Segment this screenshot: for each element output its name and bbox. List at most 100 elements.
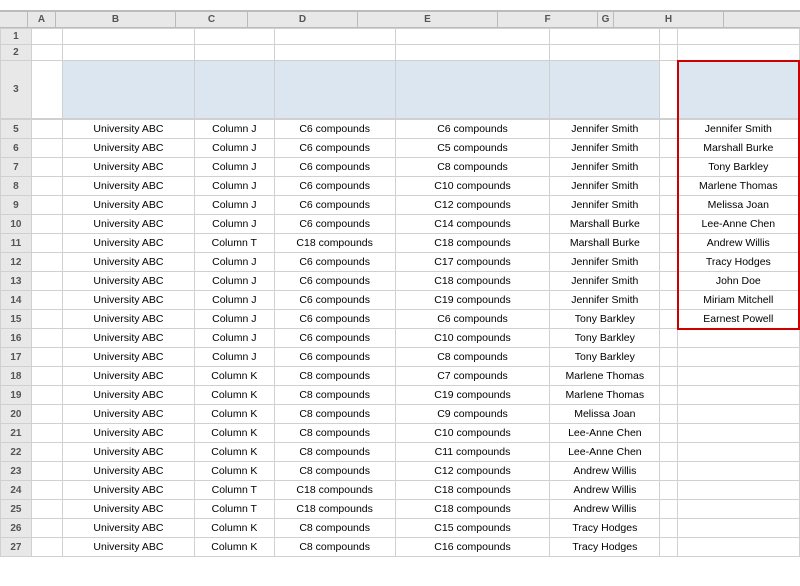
table-row: 23University ABCColumn KC8 compoundsC12 … (1, 462, 800, 481)
cell-a21 (31, 424, 62, 443)
header-d (274, 61, 395, 119)
col-f-header: F (498, 12, 598, 27)
cell-e10: C14 compounds (395, 215, 549, 234)
cell-c20: Column K (195, 405, 274, 424)
cell-b5: University ABC (62, 120, 194, 139)
rownum-16: 16 (1, 329, 32, 348)
cell-g6 (660, 139, 678, 158)
cell-d21: C8 compounds (274, 424, 395, 443)
table-row: 7University ABCColumn JC6 compoundsC8 co… (1, 158, 800, 177)
cell-e18: C7 compounds (395, 367, 549, 386)
cell-b15: University ABC (62, 310, 194, 329)
cell-b18: University ABC (62, 367, 194, 386)
cell-b20: University ABC (62, 405, 194, 424)
cell-g20 (660, 405, 678, 424)
cell-b16: University ABC (62, 329, 194, 348)
col-g-header: G (598, 12, 614, 27)
cell-f10: Marshall Burke (550, 215, 660, 234)
rownum-3: 3 (1, 61, 32, 119)
cell-a27 (31, 538, 62, 557)
cell-a13 (31, 272, 62, 291)
data-rows: 5University ABCColumn JC6 compoundsC6 co… (0, 119, 800, 557)
cell-e24: C18 compounds (395, 481, 549, 500)
rownum-22: 22 (1, 443, 32, 462)
cell-c6: Column J (195, 139, 274, 158)
cell-e27: C16 compounds (395, 538, 549, 557)
cell-a17 (31, 348, 62, 367)
cell-h20 (678, 405, 799, 424)
cell-e6: C5 compounds (395, 139, 549, 158)
cell-c15: Column J (195, 310, 274, 329)
cell-f12: Jennifer Smith (550, 253, 660, 272)
rownum-20: 20 (1, 405, 32, 424)
rownum-18: 18 (1, 367, 32, 386)
cell-b1 (62, 29, 194, 45)
cell-a15 (31, 310, 62, 329)
cell-e22: C11 compounds (395, 443, 549, 462)
cell-g12 (660, 253, 678, 272)
cell-d17: C6 compounds (274, 348, 395, 367)
cell-h24 (678, 481, 799, 500)
cell-b11: University ABC (62, 234, 194, 253)
rownum-24: 24 (1, 481, 32, 500)
cell-c17: Column J (195, 348, 274, 367)
rownum-9: 9 (1, 196, 32, 215)
spreadsheet-title (0, 0, 800, 12)
cell-h18 (678, 367, 799, 386)
cell-f24: Andrew Willis (550, 481, 660, 500)
cell-f1 (550, 29, 660, 45)
cell-d25: C18 compounds (274, 500, 395, 519)
col-a-header: A (28, 12, 56, 27)
table-row: 27University ABCColumn KC8 compoundsC16 … (1, 538, 800, 557)
cell-h22 (678, 443, 799, 462)
cell-g8 (660, 177, 678, 196)
cell-a10 (31, 215, 62, 234)
cell-b7: University ABC (62, 158, 194, 177)
cell-a11 (31, 234, 62, 253)
cell-d22: C8 compounds (274, 443, 395, 462)
cell-a16 (31, 329, 62, 348)
row-2: 2 (1, 45, 800, 61)
table-row: 13University ABCColumn JC6 compoundsC18 … (1, 272, 800, 291)
cell-h14: Miriam Mitchell (678, 291, 799, 310)
rownum-14: 14 (1, 291, 32, 310)
corner-cell (0, 12, 28, 27)
table-row: 20University ABCColumn KC8 compoundsC9 c… (1, 405, 800, 424)
cell-g26 (660, 519, 678, 538)
cell-g15 (660, 310, 678, 329)
cell-f22: Lee-Anne Chen (550, 443, 660, 462)
cell-a25 (31, 500, 62, 519)
cell-h9: Melissa Joan (678, 196, 799, 215)
cell-d10: C6 compounds (274, 215, 395, 234)
cell-e7: C8 compounds (395, 158, 549, 177)
cell-a20 (31, 405, 62, 424)
row-3: 3 (1, 61, 800, 99)
cell-a1 (31, 29, 62, 45)
table-row: 14University ABCColumn JC6 compoundsC19 … (1, 291, 800, 310)
cell-f5: Jennifer Smith (550, 120, 660, 139)
table-row: 16University ABCColumn JC6 compoundsC10 … (1, 329, 800, 348)
cell-f25: Andrew Willis (550, 500, 660, 519)
cell-a6 (31, 139, 62, 158)
cell-b12: University ABC (62, 253, 194, 272)
row-1: 1 (1, 29, 800, 45)
table-row: 5University ABCColumn JC6 compoundsC6 co… (1, 120, 800, 139)
cell-e21: C10 compounds (395, 424, 549, 443)
cell-d9: C6 compounds (274, 196, 395, 215)
cell-a12 (31, 253, 62, 272)
table-row: 8University ABCColumn JC6 compoundsC10 c… (1, 177, 800, 196)
cell-d19: C8 compounds (274, 386, 395, 405)
cell-d16: C6 compounds (274, 329, 395, 348)
cell-b2 (62, 45, 194, 61)
cell-g23 (660, 462, 678, 481)
col-h-header: H (614, 12, 724, 27)
cell-f20: Melissa Joan (550, 405, 660, 424)
cell-h16 (678, 329, 799, 348)
col-b-header: B (56, 12, 176, 27)
cell-e1 (395, 29, 549, 45)
cell-h25 (678, 500, 799, 519)
header-b (62, 61, 194, 119)
cell-c14: Column J (195, 291, 274, 310)
cell-e14: C19 compounds (395, 291, 549, 310)
cell-c27: Column K (195, 538, 274, 557)
